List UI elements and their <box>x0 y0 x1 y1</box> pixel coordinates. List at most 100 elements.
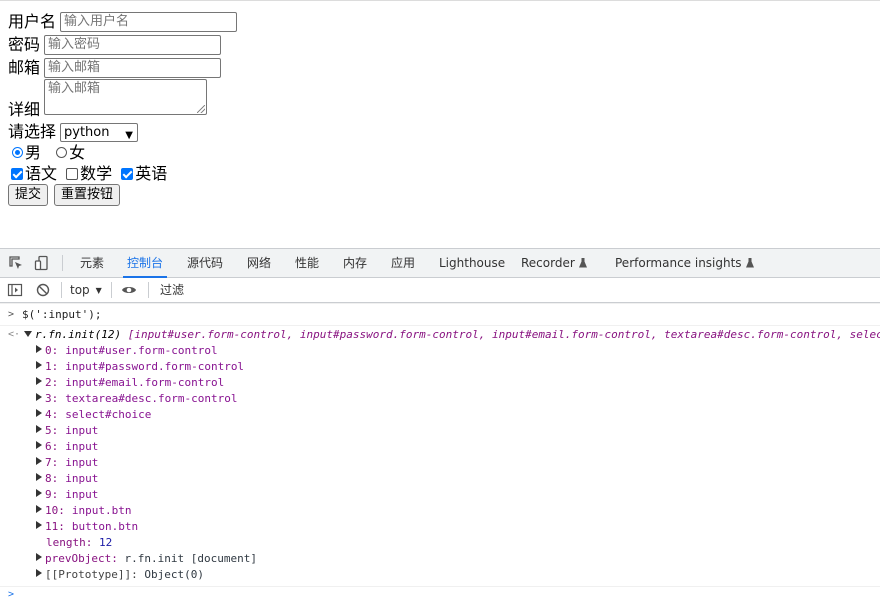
tab-console[interactable]: 控制台 <box>122 249 168 278</box>
tab-memory[interactable]: 内存 <box>343 249 367 277</box>
result-item-key: 10: <box>45 504 65 517</box>
toolbar-divider <box>61 282 62 298</box>
result-item-value: input <box>65 456 99 469</box>
context-selector-label: top <box>70 283 90 297</box>
device-toolbar-icon[interactable] <box>34 255 50 271</box>
flask-icon <box>745 258 754 268</box>
email-label: 邮箱 <box>8 57 41 77</box>
prototype-value: Object(0) <box>144 568 204 581</box>
result-item-row[interactable]: 4: select#choice <box>36 407 151 423</box>
password-input[interactable]: 输入密码 <box>44 35 221 55</box>
result-item-value: input <box>65 488 99 501</box>
result-item-row[interactable]: 6: input <box>36 439 98 455</box>
password-label: 密码 <box>8 34 41 54</box>
tab-elements[interactable]: 元素 <box>80 249 104 277</box>
username-label: 用户名 <box>8 11 57 31</box>
expand-triangle-icon[interactable] <box>36 553 42 561</box>
result-item-value: input.btn <box>71 504 132 517</box>
tab-network[interactable]: 网络 <box>247 249 271 277</box>
length-row: length: 12 <box>46 535 112 551</box>
expand-triangle-icon[interactable] <box>36 505 42 513</box>
expand-triangle-icon[interactable] <box>36 361 42 369</box>
expand-triangle-icon[interactable] <box>36 473 42 481</box>
context-selector[interactable]: top ▼ <box>70 278 102 302</box>
prototype-key: [[Prototype]]: <box>45 568 138 581</box>
email-input[interactable]: 输入邮箱 <box>44 58 221 78</box>
result-item-value: select#choice <box>65 408 152 421</box>
username-input[interactable]: 输入用户名 <box>60 12 237 32</box>
expand-triangle-icon[interactable] <box>36 377 42 385</box>
clear-console-icon[interactable] <box>35 282 51 298</box>
submit-button[interactable]: 提交 <box>8 184 49 206</box>
result-item-row[interactable]: 0: input#user.form-control <box>36 343 218 359</box>
username-row: 用户名 <box>8 11 56 32</box>
live-expression-eye-icon[interactable] <box>121 282 137 298</box>
detail-textarea[interactable]: 输入邮箱 <box>44 79 207 115</box>
subjects-row: 语文 数学 英语 <box>11 163 167 184</box>
result-item-value: input#email.form-control <box>65 376 225 389</box>
result-item-row[interactable]: 7: input <box>36 455 98 471</box>
tabbar-divider <box>62 255 63 271</box>
resize-handle-icon[interactable] <box>197 105 205 113</box>
choice-select[interactable]: python ▼ <box>60 123 138 142</box>
expand-triangle-icon[interactable] <box>24 331 32 337</box>
tab-lighthouse[interactable]: Lighthouse <box>439 249 505 277</box>
result-item-row[interactable]: 2: input#email.form-control <box>36 375 224 391</box>
prevobject-key: prevObject: <box>45 552 118 565</box>
subject-checkbox-english[interactable] <box>121 167 134 180</box>
subject-checkbox-chinese[interactable] <box>11 167 23 180</box>
tab-performance[interactable]: 性能 <box>295 249 319 277</box>
choice-row: 请选择 <box>8 121 56 142</box>
toolbar-divider <box>148 282 149 298</box>
length-key: length: <box>46 536 93 549</box>
sidebar-toggle-icon[interactable] <box>7 282 23 298</box>
expand-triangle-icon[interactable] <box>36 521 42 529</box>
tab-recorder[interactable]: Recorder <box>521 249 587 277</box>
expand-triangle-icon[interactable] <box>36 569 42 577</box>
subject-label-chinese: 语文 <box>25 163 58 183</box>
reset-button[interactable]: 重置按钮 <box>54 184 121 206</box>
expand-triangle-icon[interactable] <box>36 489 42 497</box>
result-item-key: 5: <box>45 424 59 437</box>
dropdown-arrow-icon: ▼ <box>95 286 102 295</box>
expand-triangle-icon[interactable] <box>36 345 42 353</box>
tab-application[interactable]: 应用 <box>391 249 415 277</box>
gender-radio-female[interactable] <box>56 147 68 158</box>
expand-triangle-icon[interactable] <box>36 409 42 417</box>
result-preview: [input#user.form-control, input#password… <box>127 328 880 341</box>
result-item-key: 8: <box>45 472 59 485</box>
subject-checkbox-math[interactable] <box>66 167 79 180</box>
tab-performance-insights[interactable]: Performance insights <box>615 249 754 277</box>
tab-recorder-label: Recorder <box>521 256 575 270</box>
result-item-row[interactable]: 9: input <box>36 487 98 503</box>
expand-triangle-icon[interactable] <box>36 457 42 465</box>
result-item-row[interactable]: 11: button.btn <box>36 519 138 535</box>
detail-placeholder: 输入邮箱 <box>48 81 101 96</box>
prevobject-row[interactable]: prevObject: r.fn.init [document] <box>36 551 257 567</box>
result-item-value: input#user.form-control <box>65 344 218 357</box>
inspect-element-icon[interactable] <box>8 255 24 271</box>
result-item-row[interactable]: 8: input <box>36 471 98 487</box>
gender-radio-male[interactable] <box>12 147 23 158</box>
result-item-row[interactable]: 5: input <box>36 423 98 439</box>
prototype-row[interactable]: [[Prototype]]: Object(0) <box>36 567 204 583</box>
console-command: $(':input'); <box>22 308 102 321</box>
detail-row: 详细 <box>8 99 40 120</box>
result-item-row[interactable]: 1: input#password.form-control <box>36 359 244 375</box>
result-item-row[interactable]: 10: input.btn <box>36 503 131 519</box>
tab-sources[interactable]: 源代码 <box>187 249 223 277</box>
result-item-row[interactable]: 3: textarea#desc.form-control <box>36 391 237 407</box>
console-result-line[interactable]: <· r.fn.init(12) [input#user.form-contro… <box>0 327 880 343</box>
expand-triangle-icon[interactable] <box>36 425 42 433</box>
choice-selected-value: python <box>64 125 110 140</box>
subject-label-math: 数学 <box>80 163 113 183</box>
expand-triangle-icon[interactable] <box>36 441 42 449</box>
result-item-value: input <box>65 440 99 453</box>
filter-input[interactable]: 过滤 <box>160 278 184 302</box>
console-output: > $(':input'); <· r.fn.init(12) [input#u… <box>0 303 880 600</box>
result-arrow-icon: <· <box>8 329 21 340</box>
expand-triangle-icon[interactable] <box>36 393 42 401</box>
result-item-key: 7: <box>45 456 59 469</box>
devtools-tabbar: 元素 控制台 源代码 网络 性能 内存 应用 Lighthouse Record… <box>0 249 880 278</box>
detail-label: 详细 <box>8 99 41 119</box>
